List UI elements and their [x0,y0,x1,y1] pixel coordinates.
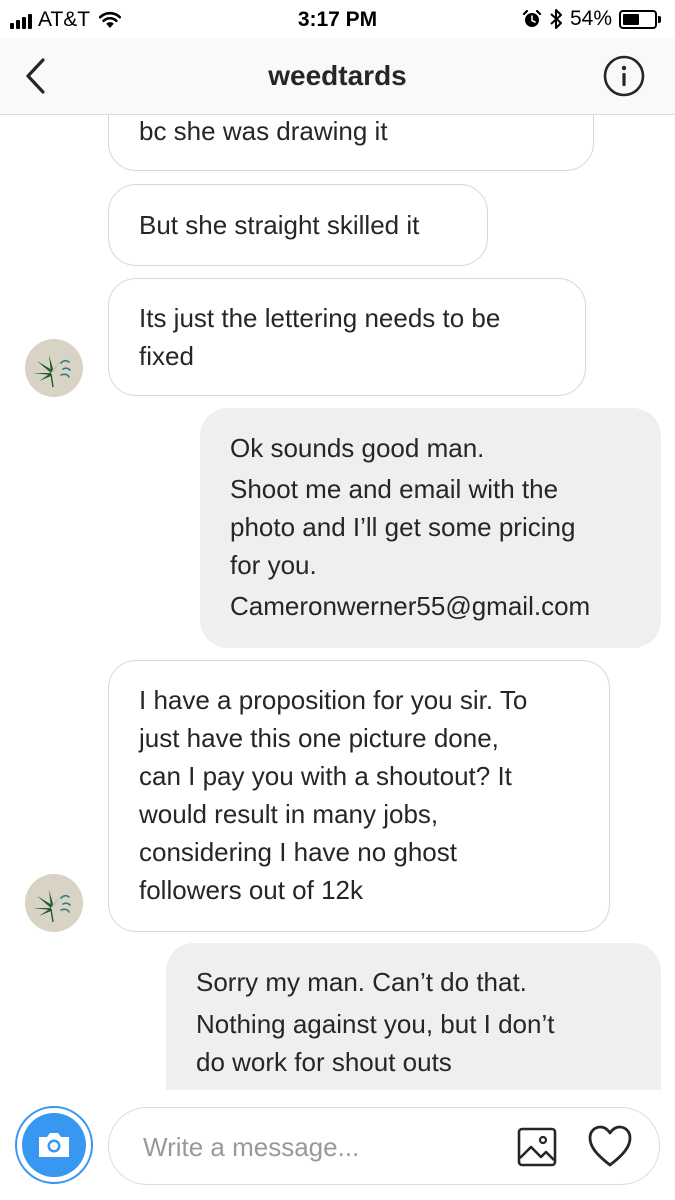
chat-header: weedtards [0,38,675,115]
message-text: Its just the lettering needs to be [139,303,501,333]
conversation-title[interactable]: weedtards [0,60,675,92]
message-text: photo and I’ll get some pricing [230,512,576,542]
camera-icon [39,1133,69,1157]
back-button[interactable] [16,56,56,96]
message-thread[interactable]: bc she was drawing it But she straight s… [0,115,675,1090]
bluetooth-icon [550,9,562,29]
message-text: followers out of 12k [139,875,364,905]
message-text: do work for shout outs [196,1047,452,1077]
message-text: just have this one picture done, [139,723,499,753]
message-text: Ok sounds good man. [230,433,485,463]
message-bubble-incoming[interactable]: But she straight skilled it [108,184,488,266]
dm-screen: AT&T 3:17 PM 54% weedtards bc she was dr… [0,0,675,1200]
message-text: I have a proposition for you sir. To [139,685,528,715]
message-composer [0,1090,675,1200]
message-text: Shoot me and email with the [230,474,559,504]
message-text: But she straight skilled it [139,210,420,240]
like-button[interactable] [587,1125,633,1169]
avatar[interactable] [25,339,83,397]
heart-icon [588,1125,632,1167]
message-text: Sorry my man. Can’t do that. [196,967,527,997]
message-text: for you. [230,550,317,580]
weed-leaf-logo [25,339,83,397]
message-text: fixed [139,341,194,371]
message-bubble-outgoing[interactable]: Sorry my man. Can’t do that. Nothing aga… [166,943,661,1090]
battery-icon [619,9,661,29]
gallery-button[interactable] [517,1127,557,1167]
message-input[interactable] [143,1128,503,1166]
message-bubble-incoming[interactable]: Its just the lettering needs to be fixed [108,278,586,396]
message-text: Cameronwerner55@gmail.com [230,591,591,621]
message-text: would result in many jobs, [139,799,439,829]
alarm-icon [522,9,542,27]
info-icon [603,55,645,97]
info-button[interactable] [603,55,645,97]
camera-button[interactable] [15,1106,93,1184]
message-bubble-incoming[interactable]: I have a proposition for you sir. To jus… [108,660,610,932]
battery-percent: 54% [569,7,612,30]
message-field [108,1107,660,1185]
status-bar-right: 54% [522,7,661,31]
weed-leaf-logo [25,874,83,932]
back-icon [26,58,45,94]
message-text: bc she was drawing it [139,116,388,146]
gallery-icon [517,1127,557,1167]
status-bar: AT&T 3:17 PM 54% [0,0,675,38]
avatar[interactable] [25,874,83,932]
message-text: can I pay you with a shoutout? It [139,761,512,791]
message-text: considering I have no ghost [139,837,457,867]
message-bubble-incoming[interactable]: bc she was drawing it [108,115,594,171]
message-bubble-outgoing[interactable]: Ok sounds good man. Shoot me and email w… [200,408,661,648]
message-text: Nothing against you, but I don’t [196,1009,555,1039]
